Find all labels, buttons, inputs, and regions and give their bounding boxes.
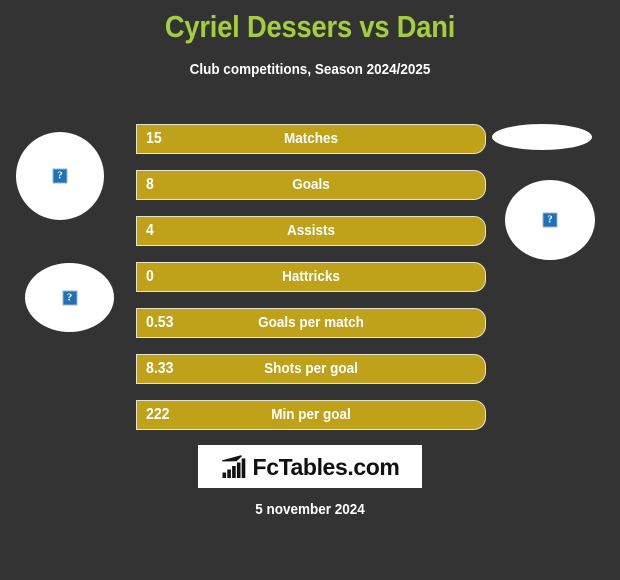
broken-image-icon: ? xyxy=(542,212,558,228)
comparison-infographic: Cyriel Dessers vs Dani Club competitions… xyxy=(0,0,620,580)
away-player-photo-1 xyxy=(492,124,592,150)
stat-row-hattricks: 0 Hattricks xyxy=(136,262,486,292)
home-player-photo-1: ? xyxy=(16,132,104,220)
stat-label: Min per goal xyxy=(271,406,351,423)
stat-row-matches: 15 Matches xyxy=(136,124,486,154)
broken-image-glyph: ? xyxy=(57,169,63,182)
stat-label: Shots per goal xyxy=(264,360,358,377)
away-player-photo-2: ? xyxy=(505,180,595,260)
home-player-photo-2: ? xyxy=(25,263,114,332)
stat-row-assists: 4 Assists xyxy=(136,216,486,246)
stat-label: Hattricks xyxy=(282,268,340,285)
stat-row-shots-per-goal: 8.33 Shots per goal xyxy=(136,354,486,384)
broken-image-glyph: ? xyxy=(547,213,553,226)
stat-row-goals: 8 Goals xyxy=(136,170,486,200)
stat-label: Matches xyxy=(283,130,339,147)
stat-row-min-per-goal: 222 Min per goal xyxy=(136,400,486,430)
stat-label: Goals xyxy=(292,176,330,193)
broken-image-icon: ? xyxy=(52,168,68,184)
fctables-logo-text: FcTables.com xyxy=(252,453,400,480)
stat-bar-list: 15 Matches 8 Goals 4 Assists 0 Hattricks… xyxy=(136,124,486,446)
broken-image-icon: ? xyxy=(62,290,77,305)
stat-row-goals-per-match: 0.53 Goals per match xyxy=(136,308,486,338)
page-subtitle: Club competitions, Season 2024/2025 xyxy=(189,61,431,78)
page-title: Cyriel Dessers vs Dani xyxy=(164,9,456,44)
footer-date: 5 november 2024 xyxy=(255,501,365,518)
broken-image-glyph: ? xyxy=(66,291,73,303)
stat-label: Goals per match xyxy=(258,314,364,331)
fctables-logo[interactable]: FcTables.com xyxy=(198,445,422,488)
stat-label: Assists xyxy=(286,222,336,239)
bar-chart-growth-icon xyxy=(221,454,245,478)
